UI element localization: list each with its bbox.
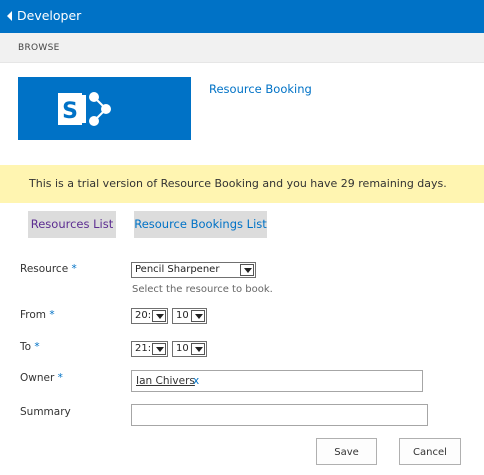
to-minute-select[interactable]: 10 xyxy=(172,341,207,357)
owner-label: Owner * xyxy=(20,372,63,384)
chevron-down-icon xyxy=(152,310,166,322)
required-marker: * xyxy=(49,309,55,321)
chevron-down-icon xyxy=(240,264,254,276)
save-button[interactable]: Save xyxy=(316,438,377,465)
chevron-down-icon xyxy=(152,343,166,355)
remove-owner-button[interactable]: x xyxy=(193,375,199,387)
site-title-link[interactable]: Developer xyxy=(17,8,81,23)
trial-banner: This is a trial version of Resource Book… xyxy=(0,165,484,203)
ribbon: BROWSE xyxy=(0,33,484,63)
resource-label: Resource * xyxy=(20,263,77,275)
owner-name[interactable]: Ian Chivers xyxy=(136,375,195,387)
owner-people-picker[interactable]: Ian Chivers x xyxy=(131,370,423,392)
chevron-down-icon xyxy=(191,310,205,322)
required-marker: * xyxy=(71,263,77,275)
from-hour-select[interactable]: 20: xyxy=(131,308,168,324)
required-marker: * xyxy=(34,341,40,353)
app-title-link[interactable]: Resource Booking xyxy=(209,82,312,96)
resource-select[interactable]: Pencil Sharpener xyxy=(131,262,256,278)
tab-browse[interactable]: BROWSE xyxy=(18,43,60,53)
back-arrow-icon[interactable] xyxy=(7,11,12,21)
svg-text:S: S xyxy=(62,99,78,124)
resource-bookings-list-button[interactable]: Resource Bookings List xyxy=(134,211,267,238)
chevron-down-icon xyxy=(191,343,205,355)
resources-list-button[interactable]: Resources List xyxy=(28,211,116,238)
resource-hint: Select the resource to book. xyxy=(132,284,273,295)
to-label: To * xyxy=(20,341,40,353)
sharepoint-logo-icon: S xyxy=(18,77,191,140)
suite-bar: Developer xyxy=(0,0,484,33)
from-minute-select[interactable]: 10 xyxy=(172,308,207,324)
from-label: From * xyxy=(20,309,55,321)
summary-label: Summary xyxy=(20,406,71,418)
cancel-button[interactable]: Cancel xyxy=(399,438,461,465)
required-marker: * xyxy=(57,372,63,384)
summary-input[interactable] xyxy=(131,404,428,426)
to-hour-select[interactable]: 21: xyxy=(131,341,168,357)
trial-banner-text: This is a trial version of Resource Book… xyxy=(29,177,447,190)
